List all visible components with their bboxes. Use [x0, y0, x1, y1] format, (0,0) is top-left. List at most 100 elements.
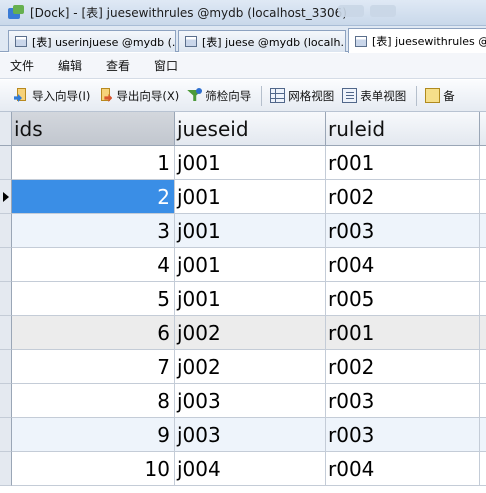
- table-row[interactable]: 3 j001 r003: [0, 214, 486, 248]
- maximize-button[interactable]: [370, 5, 396, 17]
- minimize-button[interactable]: [338, 5, 364, 17]
- cell-jueseid[interactable]: j002: [175, 316, 326, 350]
- cell-ruleid[interactable]: r004: [326, 248, 480, 282]
- row-selector[interactable]: [0, 384, 12, 418]
- window-title: [Dock] - [表] juesewithrules @mydb (local…: [30, 6, 347, 20]
- table-icon: [355, 35, 367, 47]
- cell-filler: [480, 384, 486, 418]
- memo-button[interactable]: 备: [425, 88, 455, 104]
- table-row[interactable]: 6 j002 r001: [0, 316, 486, 350]
- cell-jueseid[interactable]: j001: [175, 146, 326, 180]
- row-selector[interactable]: [0, 282, 12, 316]
- cell-jueseid[interactable]: j004: [175, 452, 326, 486]
- row-selector[interactable]: [0, 248, 12, 282]
- import-wizard-button[interactable]: 导入向导(I): [14, 88, 90, 104]
- menu-window[interactable]: 窗口: [154, 57, 178, 74]
- data-grid[interactable]: ids jueseid ruleid 1 j001 r001 2 j001 r002 3 j0…: [0, 112, 486, 493]
- cell-jueseid[interactable]: j002: [175, 350, 326, 384]
- export-icon: [98, 88, 113, 103]
- tab-juese[interactable]: [表] juese @mydb (localh...: [178, 30, 346, 52]
- tab-userinjuese[interactable]: [表] userinjuese @mydb (...: [8, 30, 176, 52]
- table-row[interactable]: 8 j003 r003: [0, 384, 486, 418]
- grid-view-label: 网格视图: [288, 88, 335, 103]
- cell-filler: [480, 180, 486, 214]
- table-row[interactable]: 1 j001 r001: [0, 146, 486, 180]
- cell-ruleid[interactable]: r001: [326, 146, 480, 180]
- table-icon: [15, 36, 27, 47]
- cell-ids[interactable]: 5: [12, 282, 175, 316]
- grid-header: ids jueseid ruleid: [0, 112, 486, 146]
- cell-ids[interactable]: 10: [12, 452, 175, 486]
- toolbar-divider: [261, 85, 263, 106]
- cell-ids[interactable]: 1: [12, 146, 175, 180]
- column-header-jueseid[interactable]: jueseid: [175, 112, 326, 146]
- menu-bar: 文件 编辑 查看 窗口: [0, 53, 486, 79]
- toolbar: 导入向导(I) 导出向导(X) 筛检向导 网格视图 表单视图 备: [0, 80, 486, 112]
- table-row[interactable]: 4 j001 r004: [0, 248, 486, 282]
- title-bar: [Dock] - [表] juesewithrules @mydb (local…: [0, 0, 486, 26]
- cell-ids[interactable]: 6: [12, 316, 175, 350]
- cell-ruleid[interactable]: r002: [326, 180, 480, 214]
- row-selector[interactable]: [0, 180, 12, 214]
- cell-filler: [480, 316, 486, 350]
- cell-filler: [480, 350, 486, 384]
- cell-filler: [480, 248, 486, 282]
- cell-jueseid[interactable]: j003: [175, 418, 326, 452]
- tab-label: [表] userinjuese @mydb (...: [32, 35, 176, 49]
- cell-jueseid[interactable]: j001: [175, 214, 326, 248]
- table-icon: [185, 36, 197, 47]
- cell-ruleid[interactable]: r003: [326, 418, 480, 452]
- row-selector[interactable]: [0, 146, 12, 180]
- cell-ids[interactable]: 3: [12, 214, 175, 248]
- filter-wizard-button[interactable]: 筛检向导: [187, 88, 251, 104]
- tab-juesewithrules[interactable]: [表] juesewithrules @mydb: [348, 28, 486, 53]
- row-indicator-header: [0, 112, 12, 146]
- cell-ids[interactable]: 8: [12, 384, 175, 418]
- cell-ruleid[interactable]: r004: [326, 452, 480, 486]
- cell-ids[interactable]: 2: [12, 180, 175, 214]
- row-selector[interactable]: [0, 350, 12, 384]
- cell-jueseid[interactable]: j003: [175, 384, 326, 418]
- column-header-ruleid[interactable]: ruleid: [326, 112, 480, 146]
- cell-ids[interactable]: 7: [12, 350, 175, 384]
- row-selector[interactable]: [0, 452, 12, 486]
- memo-icon: [425, 88, 441, 103]
- row-selector[interactable]: [0, 418, 12, 452]
- cell-ids[interactable]: 9: [12, 418, 175, 452]
- grid-view-icon: [270, 88, 286, 103]
- table-row[interactable]: 9 j003 r003: [0, 418, 486, 452]
- cell-ruleid[interactable]: r003: [326, 214, 480, 248]
- cell-filler: [480, 146, 486, 180]
- export-wizard-button[interactable]: 导出向导(X): [98, 88, 179, 104]
- cell-jueseid[interactable]: j001: [175, 248, 326, 282]
- row-selector[interactable]: [0, 214, 12, 248]
- row-selector[interactable]: [0, 316, 12, 350]
- cell-ruleid[interactable]: r001: [326, 316, 480, 350]
- table-row[interactable]: 2 j001 r002: [0, 180, 486, 214]
- cell-filler: [480, 418, 486, 452]
- table-row[interactable]: 10 j004 r004: [0, 452, 486, 486]
- column-header-ids[interactable]: ids: [12, 112, 175, 146]
- tab-bar: [表] userinjuese @mydb (... [表] juese @my…: [0, 26, 486, 53]
- import-label: 导入向导(I): [32, 88, 91, 103]
- cell-ruleid[interactable]: r002: [326, 350, 480, 384]
- import-icon: [14, 88, 29, 103]
- cell-filler: [480, 282, 486, 316]
- menu-edit[interactable]: 编辑: [58, 57, 82, 74]
- menu-view[interactable]: 查看: [106, 57, 130, 74]
- grid-view-button[interactable]: 网格视图: [270, 88, 334, 104]
- cell-jueseid[interactable]: j001: [175, 180, 326, 214]
- memo-label: 备: [443, 88, 455, 103]
- table-row[interactable]: 7 j002 r002: [0, 350, 486, 384]
- cell-ruleid[interactable]: r003: [326, 384, 480, 418]
- form-view-button[interactable]: 表单视图: [342, 88, 406, 104]
- filter-label: 筛检向导: [205, 88, 252, 103]
- column-header-filler: [480, 112, 486, 146]
- table-row[interactable]: 5 j001 r005: [0, 282, 486, 316]
- menu-file[interactable]: 文件: [10, 57, 34, 74]
- tab-label: [表] juesewithrules @mydb: [372, 35, 486, 48]
- cell-ruleid[interactable]: r005: [326, 282, 480, 316]
- cell-jueseid[interactable]: j001: [175, 282, 326, 316]
- cell-ids[interactable]: 4: [12, 248, 175, 282]
- navicat-app-icon: [8, 4, 24, 21]
